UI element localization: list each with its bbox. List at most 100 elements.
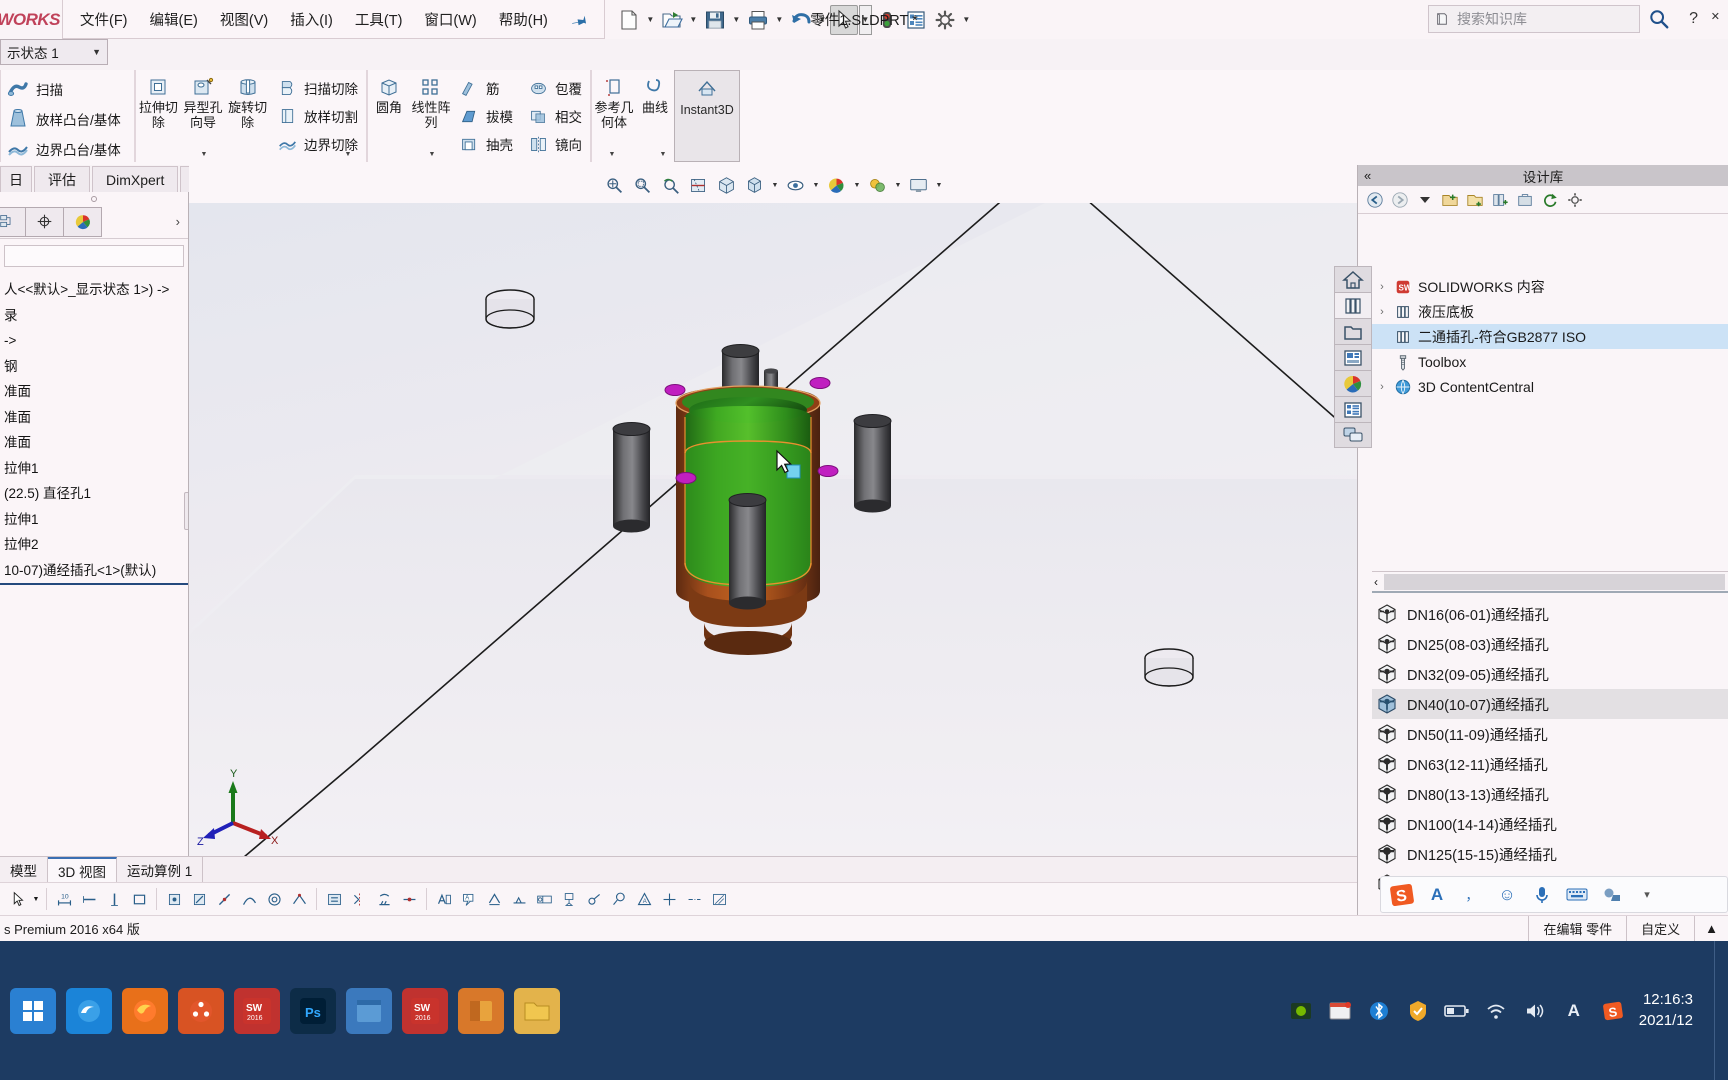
battery-tray-icon[interactable] — [1443, 998, 1470, 1024]
parallel-icon[interactable] — [187, 886, 211, 912]
horizontal-relation-icon[interactable] — [77, 886, 101, 912]
appearances-scenes-tab[interactable] — [1334, 370, 1372, 396]
ribbon-boundary-boss[interactable]: 边界凸台/基体 — [3, 135, 127, 163]
undo-caret[interactable]: ▼ — [816, 5, 829, 35]
options-caret[interactable]: ▼ — [960, 5, 973, 35]
library-node-3dcontentcentral[interactable]: › 3D ContentCentral — [1372, 374, 1728, 399]
ribbon-sweep[interactable]: 扫描 — [3, 75, 127, 103]
ribbon-intersect[interactable]: 相交 — [525, 103, 588, 129]
centerline-icon[interactable] — [682, 886, 706, 912]
solidworks-forum-tab[interactable] — [1334, 422, 1372, 448]
ribbon-rib[interactable]: 筋 — [456, 75, 519, 101]
pattern-group-dropdown-icon[interactable]: ▼ — [424, 151, 440, 158]
ribbon-extruded-cut[interactable]: 拉伸切除 — [136, 75, 181, 132]
help-icon[interactable]: ? — [1689, 10, 1698, 28]
status-expand-arrow[interactable]: ▲ — [1694, 915, 1728, 942]
display-state-combobox[interactable]: 示状态 1 ▼ — [0, 39, 108, 65]
merge-points-icon[interactable] — [397, 886, 421, 912]
firefox-icon[interactable] — [122, 987, 168, 1034]
select-tool-icon[interactable] — [6, 886, 30, 912]
hide-show-caret[interactable]: ▼ — [811, 172, 822, 198]
ribbon-fillet[interactable]: 圆角 — [368, 75, 410, 118]
emoji-icon[interactable]: ☺ — [1494, 882, 1520, 908]
photoshop-icon[interactable]: Ps — [290, 987, 336, 1034]
wifi-tray-icon[interactable] — [1483, 998, 1509, 1024]
geometric-tolerance-icon[interactable] — [532, 886, 556, 912]
tab-features[interactable]: 日 — [0, 166, 32, 192]
tab-dimxpert[interactable]: DimXpert — [92, 166, 179, 192]
taskbar-clock[interactable]: 12:16:3 2021/12 — [1639, 990, 1701, 1031]
hide-show-items-icon[interactable] — [783, 172, 809, 198]
zoom-to-area-icon[interactable] — [630, 172, 656, 198]
previous-view-icon[interactable] — [658, 172, 684, 198]
datum-feature-icon[interactable] — [557, 886, 581, 912]
bluetooth-tray-icon[interactable] — [1366, 998, 1392, 1024]
library-options-icon[interactable] — [1564, 189, 1586, 211]
close-icon[interactable]: ✕ — [1711, 10, 1720, 23]
add-to-library-icon[interactable] — [1489, 189, 1511, 211]
design-library-tab[interactable] — [1334, 292, 1372, 318]
tab-evaluate[interactable]: 评估 — [34, 166, 90, 192]
sw-resources-tab[interactable] — [1334, 266, 1372, 292]
ime-tray-icon[interactable]: A — [1561, 998, 1587, 1024]
ribbon-curves[interactable]: 曲线 — [636, 75, 674, 118]
library-node-toolbox[interactable]: Toolbox — [1372, 349, 1728, 374]
center-mark-icon[interactable] — [657, 886, 681, 912]
concentric-icon[interactable] — [262, 886, 286, 912]
rectangle-icon[interactable] — [127, 886, 151, 912]
file-explorer-icon[interactable] — [514, 987, 560, 1034]
ribbon-reference-geometry[interactable]: 参考几何体 — [592, 75, 636, 132]
sogou-logo-icon[interactable]: S — [1389, 882, 1415, 908]
new-document-icon[interactable] — [615, 5, 643, 35]
file-properties-icon[interactable] — [902, 5, 930, 35]
tree-node[interactable]: 准面 — [0, 430, 188, 456]
tree-node[interactable]: 钢 — [0, 354, 188, 380]
vertical-relation-icon[interactable] — [102, 886, 126, 912]
ribbon-shell[interactable]: 抽壳 — [456, 131, 519, 157]
rebuild-traffic-light-icon[interactable] — [873, 5, 901, 35]
tree-node[interactable]: (22.5) 直径孔1 — [0, 481, 188, 507]
library-part-row-selected[interactable]: DN40(10-07)通经插孔 — [1372, 689, 1728, 719]
solidworks-app-icon[interactable]: SW 2016 — [234, 987, 280, 1034]
open-document-icon[interactable] — [658, 5, 686, 35]
library-back-icon[interactable]: ‹ — [1372, 575, 1378, 589]
voice-input-icon[interactable] — [1529, 882, 1555, 908]
library-node-two-way-port[interactable]: 二通插孔-符合GB2877 ISO — [1372, 324, 1728, 349]
library-part-row[interactable]: DN63(12-11)通经插孔 — [1372, 749, 1728, 779]
add-file-location-icon[interactable] — [1439, 189, 1461, 211]
search-icon[interactable] — [1642, 5, 1676, 33]
perpendicular-icon[interactable] — [212, 886, 236, 912]
tangent-icon[interactable] — [237, 886, 261, 912]
viewport-layout-caret[interactable]: ▼ — [934, 172, 945, 198]
new-document-caret[interactable]: ▼ — [644, 5, 657, 35]
volume-tray-icon[interactable] — [1522, 998, 1548, 1024]
edit-appearance-icon[interactable] — [824, 172, 850, 198]
ribbon-lofted-boss[interactable]: 放样凸台/基体 — [3, 105, 127, 133]
toolbox-settings-icon[interactable] — [1514, 189, 1536, 211]
doc-tab-model[interactable]: 模型 — [0, 857, 48, 882]
balloon-icon[interactable] — [607, 886, 631, 912]
back-icon[interactable] — [1364, 189, 1386, 211]
view-palette-tab[interactable] — [1334, 344, 1372, 370]
curves-group-dropdown-icon[interactable]: ▼ — [655, 151, 671, 158]
options-gear-icon[interactable] — [931, 5, 959, 35]
menu-help[interactable]: 帮助(H) — [488, 4, 559, 35]
save-caret[interactable]: ▼ — [730, 5, 743, 35]
zoom-to-fit-icon[interactable] — [602, 172, 628, 198]
ribbon-swept-cut[interactable]: 扫描切除 — [274, 75, 364, 101]
ribbon-lofted-cut[interactable]: 放样切割 — [274, 103, 364, 129]
tree-node[interactable]: 准面 — [0, 379, 188, 405]
soft-keyboard-icon[interactable] — [1564, 882, 1590, 908]
tree-node[interactable]: 拉伸1 — [0, 456, 188, 482]
ribbon-hole-wizard[interactable]: 异型孔向导 — [181, 75, 226, 132]
reference-group-dropdown-icon[interactable]: ▼ — [604, 151, 620, 158]
select-arrow-icon[interactable] — [829, 4, 858, 35]
save-icon[interactable] — [701, 5, 729, 35]
property-manager-tab[interactable] — [26, 206, 64, 237]
status-custom[interactable]: 自定义 — [1626, 915, 1694, 942]
tree-node[interactable]: 拉伸1 — [0, 507, 188, 533]
solidworks-window-icon[interactable]: SW 2016 — [402, 987, 448, 1034]
library-part-row[interactable]: DN125(15-15)通经插孔 — [1372, 839, 1728, 869]
input-mode-chinese-icon[interactable]: A — [1424, 882, 1450, 908]
select-arrow-caret[interactable]: ▼ — [858, 4, 872, 35]
